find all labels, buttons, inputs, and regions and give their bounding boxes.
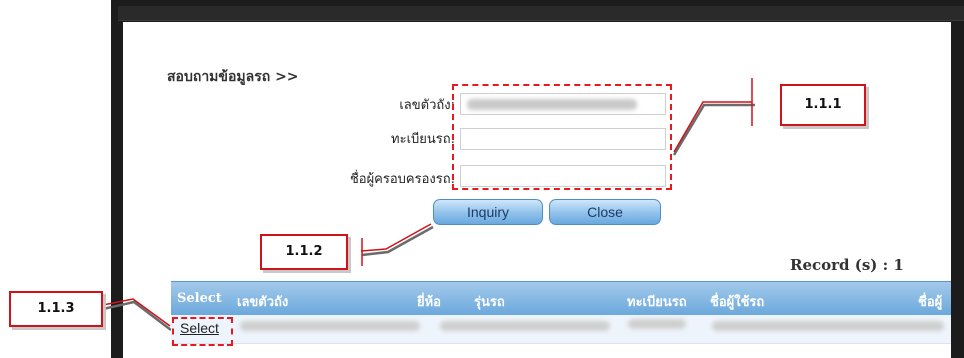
callout-1-1-2: 1.1.2 bbox=[260, 234, 348, 270]
select-highlight-box bbox=[172, 317, 233, 346]
redacted-model-cell bbox=[440, 321, 610, 331]
column-header-owner: ชื่อผู้ bbox=[918, 295, 943, 310]
redacted-user-cell bbox=[712, 321, 944, 331]
record-count: Record (s) : 1 bbox=[790, 256, 904, 274]
column-header-model: รุ่นรถ bbox=[474, 295, 505, 310]
column-header-user: ชื่อผู้ใช้รถ bbox=[710, 295, 765, 310]
callout-1-1-3: 1.1.3 bbox=[9, 291, 103, 327]
column-header-chassis: เลขตัวถัง bbox=[237, 295, 289, 310]
column-header-plate: ทะเบียนรถ bbox=[627, 295, 687, 310]
column-header-select: Select bbox=[177, 291, 222, 306]
callout-1-1-1: 1.1.1 bbox=[780, 84, 866, 126]
results-table-header: Select เลขตัวถัง ยี่ห้อ รุ่นรถ ทะเบียนรถ… bbox=[171, 281, 951, 316]
column-header-brand: ยี่ห้อ bbox=[417, 295, 441, 310]
redacted-chassis-cell bbox=[240, 321, 420, 331]
redacted-plate-cell bbox=[628, 319, 686, 329]
